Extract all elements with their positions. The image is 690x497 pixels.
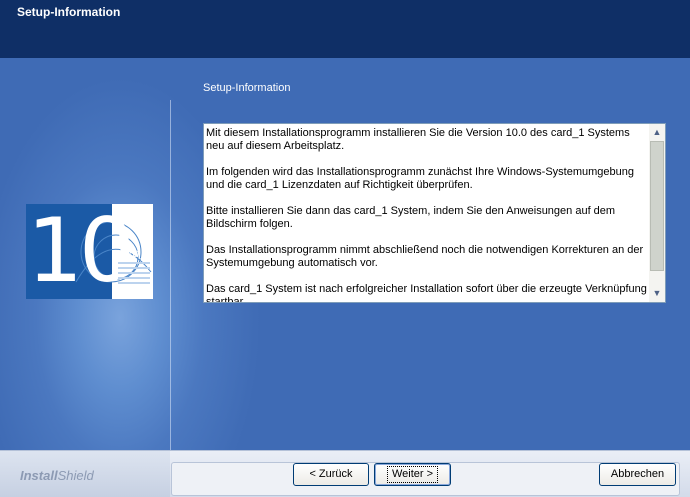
info-paragraph: Mit diesem Installationsprogramm install… — [206, 127, 630, 152]
installshield-bold: Install — [20, 468, 58, 483]
next-button[interactable]: Weiter > — [374, 463, 451, 486]
info-paragraph: Bitte installieren Sie dann das card_1 S… — [206, 205, 616, 230]
logo-fine-print — [118, 262, 150, 292]
next-button-label: Weiter > — [387, 466, 438, 483]
installshield-light: Shield — [57, 468, 94, 483]
info-textbox[interactable]: Mit diesem Installationsprogramm install… — [203, 123, 666, 303]
info-paragraph: Im folgenden wird das Installationsprogr… — [206, 166, 634, 191]
footer-brand-area: InstallShield — [0, 451, 170, 497]
title-bar: Setup-Information — [0, 0, 690, 58]
product-logo: 10 card_1 — [26, 204, 153, 299]
scroll-up-arrow-icon[interactable]: ▲ — [649, 124, 665, 141]
installshield-logo: InstallShield — [20, 468, 94, 483]
info-paragraph: Das card_1 System ist nach erfolgreicher… — [206, 283, 647, 303]
logo-brand: card_1 — [116, 246, 153, 260]
info-paragraph: Das Installationsprogramm nimmt abschlie… — [206, 244, 644, 269]
cancel-button[interactable]: Abbrechen — [599, 463, 676, 486]
scrollbar-thumb[interactable] — [650, 141, 664, 271]
info-text: Mit diesem Installationsprogramm install… — [206, 127, 649, 303]
window-title: Setup-Information — [17, 5, 121, 19]
section-heading: Setup-Information — [203, 82, 291, 94]
scroll-down-arrow-icon[interactable]: ▼ — [649, 285, 665, 302]
back-button[interactable]: < Zurück — [293, 463, 369, 486]
vertical-scrollbar[interactable]: ▲ ▼ — [649, 124, 665, 302]
divider-line — [170, 100, 171, 455]
